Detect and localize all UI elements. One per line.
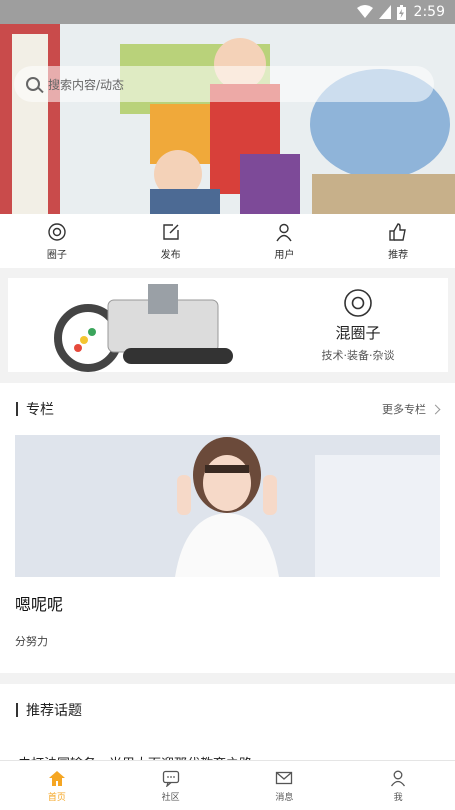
bottom-tab-bar: 首页 社区 消息 我 — [0, 760, 455, 810]
section-title: 推荐话题 — [16, 700, 82, 720]
column-section: 专栏 更多专栏 嗯呢呢 分努力 — [0, 383, 455, 673]
user-icon — [276, 223, 292, 241]
more-label: 更多专栏 — [382, 403, 426, 416]
search-placeholder: 搜索内容/动态 — [48, 77, 125, 92]
topics-section: 推荐话题 去打法国输务，当里大面迎那代教育之路 — [0, 684, 455, 772]
robot-image — [8, 278, 268, 372]
tab-label: 我 — [393, 792, 403, 803]
search-icon — [26, 77, 40, 91]
nav-item-label: 推荐 — [388, 249, 409, 261]
chevron-right-icon — [430, 404, 441, 414]
nav-item-recommend[interactable]: 推荐 — [341, 214, 455, 268]
person-icon — [391, 770, 406, 786]
quick-nav: 圈子 发布 用户 推荐 — [0, 214, 455, 268]
article-subtitle: 分努力 — [15, 635, 48, 648]
article-title[interactable]: 嗯呢呢 — [15, 591, 440, 615]
section-header: 专栏 更多专栏 — [0, 383, 455, 435]
promo-title: 混圈子 — [335, 323, 381, 342]
tab-messages[interactable]: 消息 — [228, 761, 342, 810]
battery-icon — [396, 4, 406, 20]
search-input[interactable]: 搜索内容/动态 — [14, 66, 434, 102]
section-title: 专栏 — [16, 399, 54, 419]
status-time: 2:59 — [413, 4, 445, 20]
nav-item-label: 发布 — [160, 249, 181, 261]
tab-home[interactable]: 首页 — [0, 761, 114, 810]
mail-icon — [276, 771, 293, 784]
circle-target-icon — [48, 222, 66, 241]
nav-item-label: 圈子 — [46, 249, 67, 261]
status-bar: 2:59 — [0, 0, 455, 24]
nav-item-publish[interactable]: 发布 — [114, 214, 228, 268]
nav-item-users[interactable]: 用户 — [228, 214, 342, 268]
nav-item-label: 用户 — [274, 249, 295, 261]
home-icon — [48, 770, 65, 786]
banner-illustration — [0, 24, 455, 214]
section-header: 推荐话题 — [0, 684, 455, 736]
more-columns-link[interactable]: 更多专栏 — [382, 401, 441, 417]
wifi-icon — [356, 5, 373, 18]
cover-photo — [15, 435, 440, 577]
signal-icon — [378, 5, 391, 19]
article-cover-image[interactable] — [15, 435, 440, 577]
banner-carousel[interactable]: 搜索内容/动态 — [0, 24, 455, 214]
edit-icon — [162, 223, 179, 240]
chat-bubble-icon — [162, 770, 179, 787]
tab-me[interactable]: 我 — [341, 761, 455, 810]
tab-label: 社区 — [161, 792, 180, 803]
tab-community[interactable]: 社区 — [114, 761, 228, 810]
promo-subtitle: 技术·装备·杂谈 — [321, 348, 395, 362]
circle-target-icon — [344, 288, 372, 317]
tab-label: 消息 — [275, 792, 294, 803]
promo-card-circles[interactable]: 混圈子 技术·装备·杂谈 — [8, 278, 448, 372]
promo-info: 混圈子 技术·装备·杂谈 — [268, 278, 448, 372]
thumbs-up-icon — [389, 222, 406, 241]
status-icons — [356, 4, 406, 20]
tab-label: 首页 — [47, 792, 66, 803]
nav-item-circles[interactable]: 圈子 — [0, 214, 114, 268]
